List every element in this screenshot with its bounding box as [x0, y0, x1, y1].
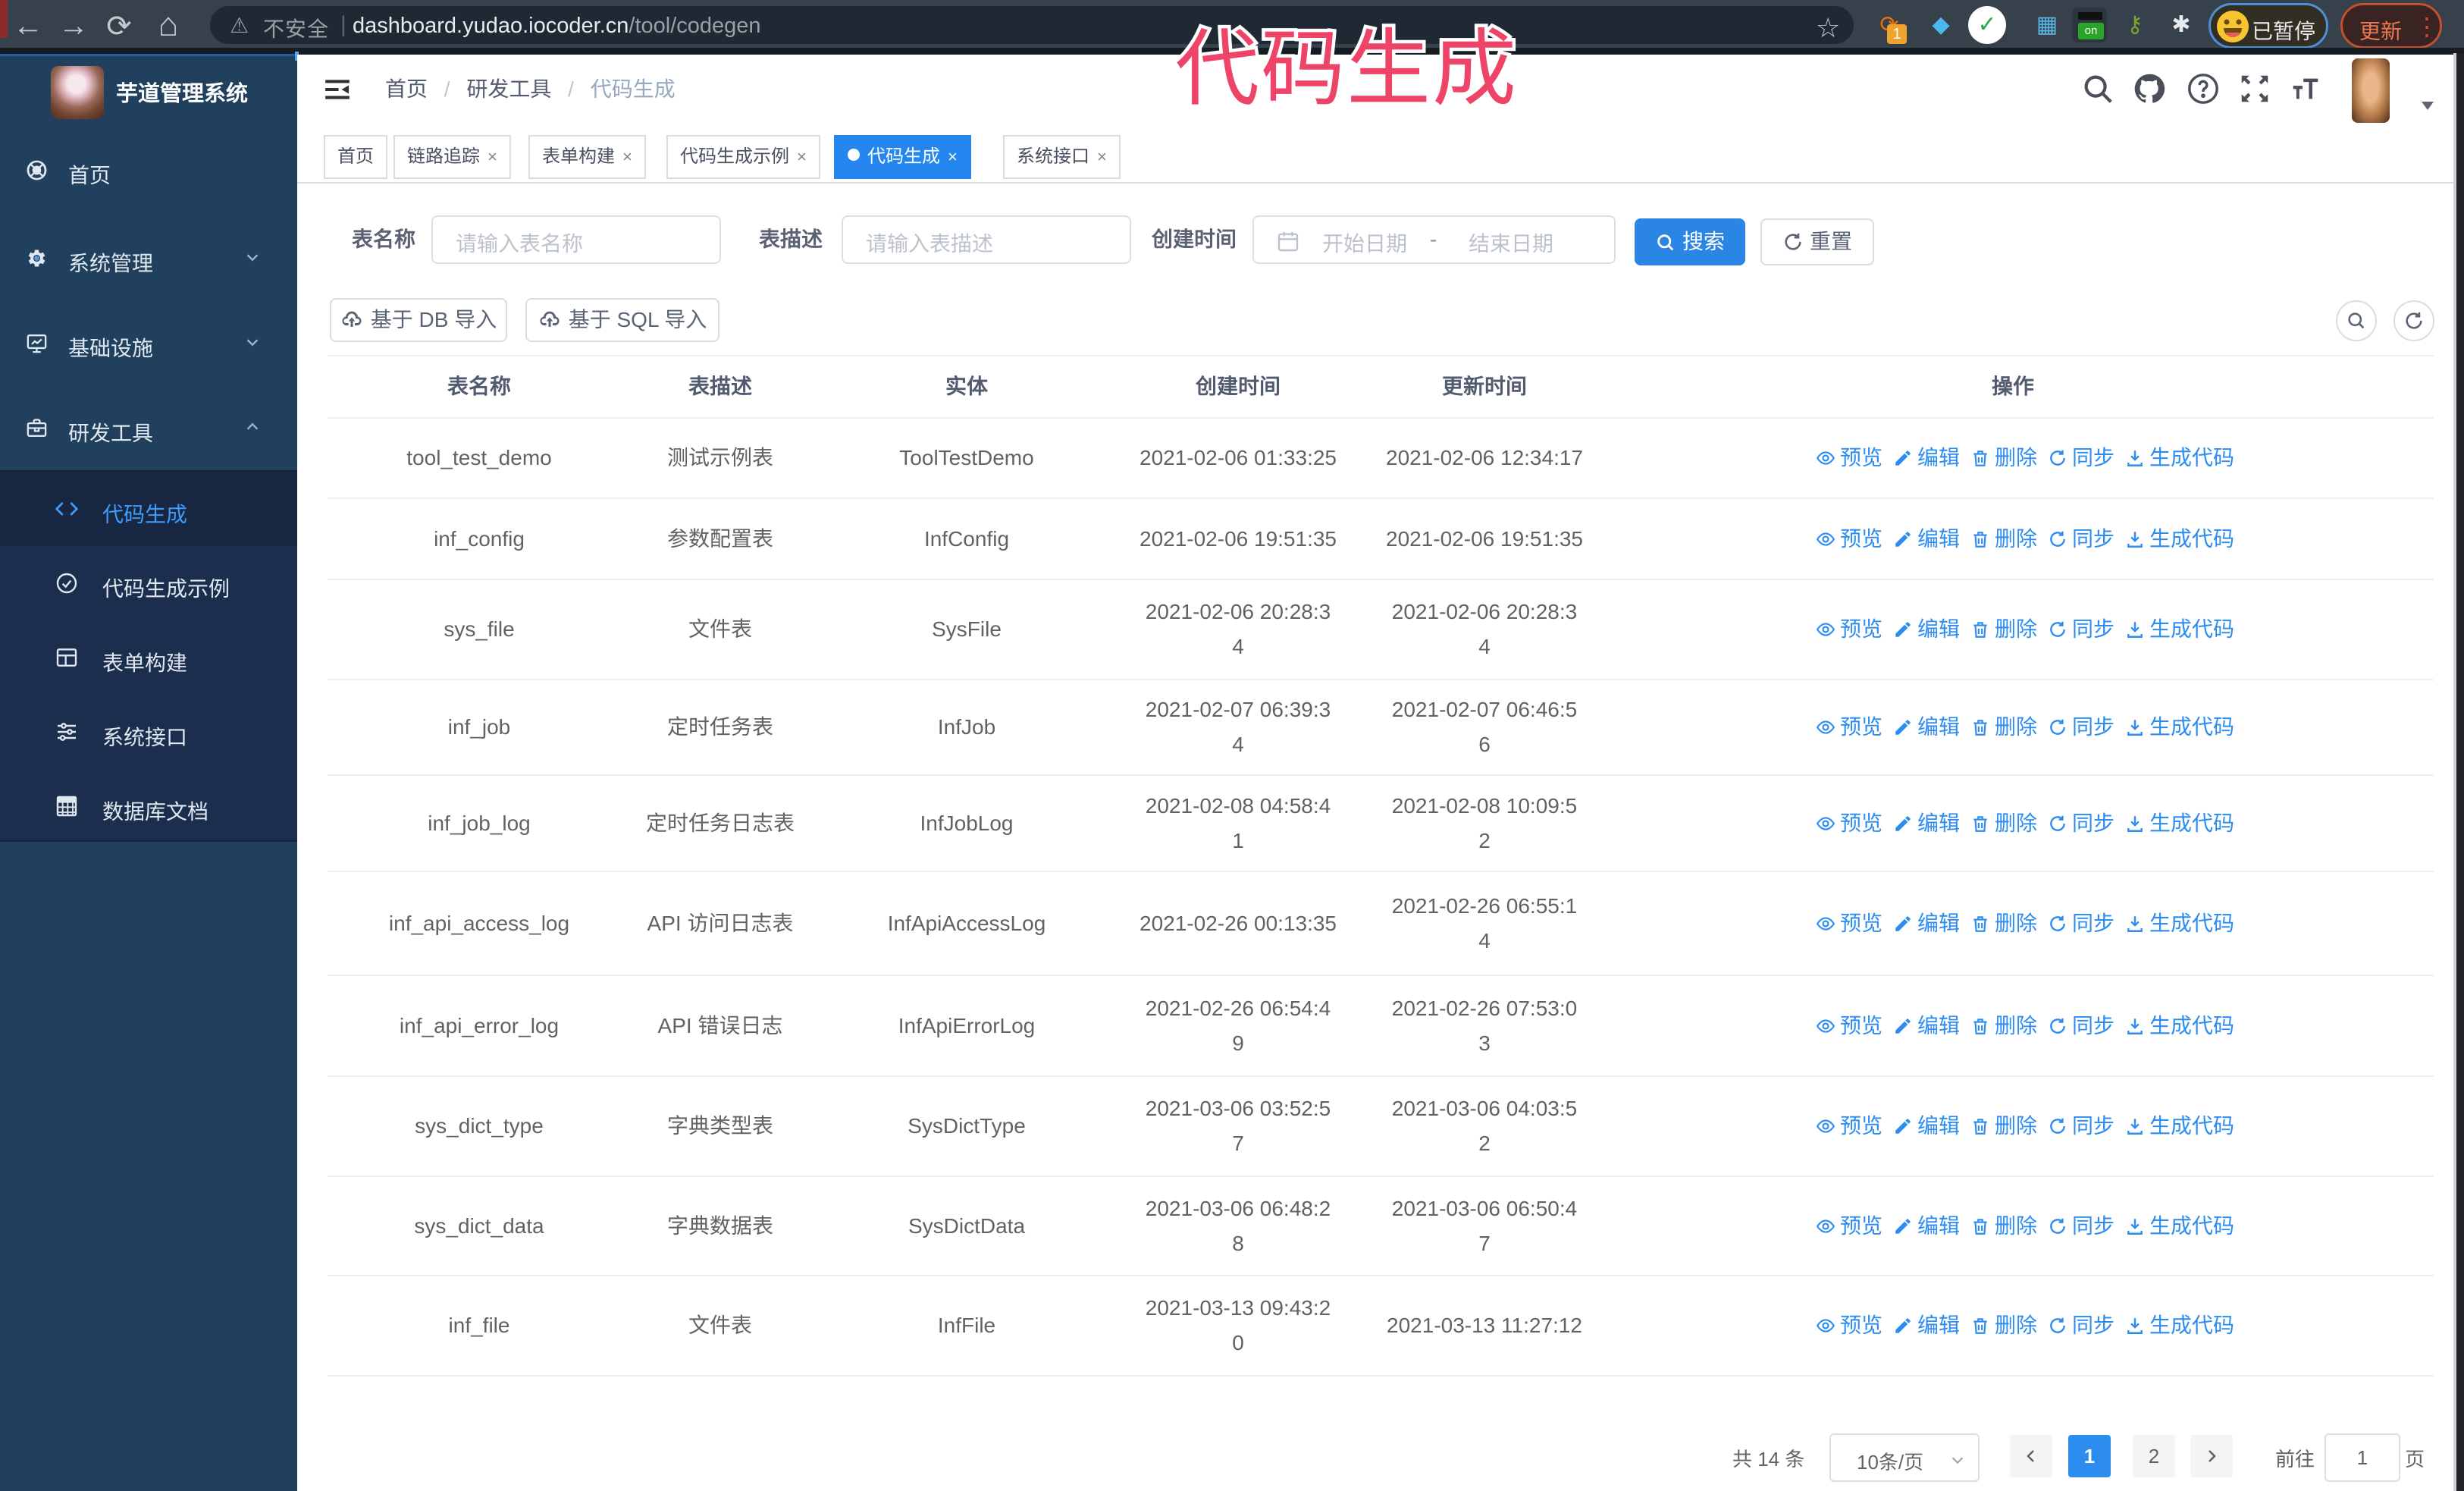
svg-text:代码生成: 代码生成	[1175, 6, 1518, 122]
